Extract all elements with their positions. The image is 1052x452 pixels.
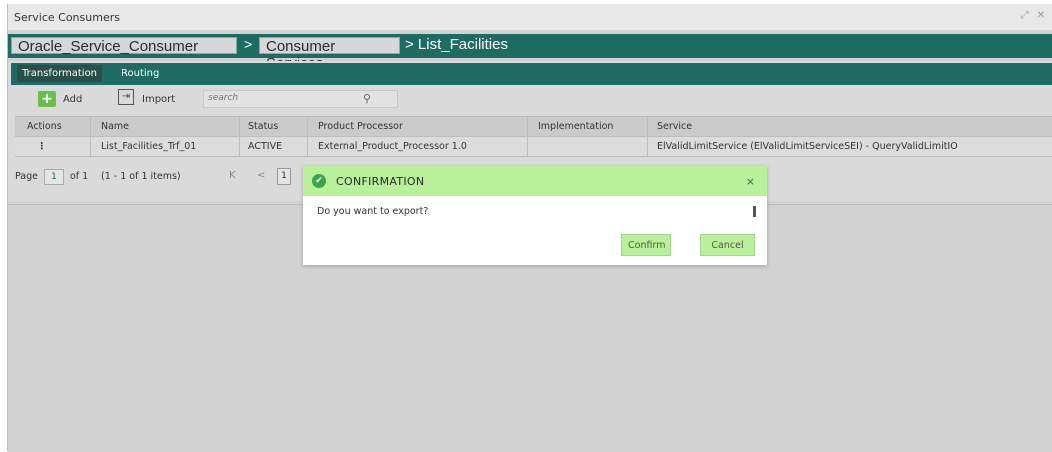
row-actions-menu-icon[interactable]: ⋮ xyxy=(37,141,47,152)
current-page-button[interactable]: 1 xyxy=(277,168,291,185)
dialog-message: Do you want to export? xyxy=(317,206,429,217)
row-product-processor: External_Product_Processor 1.0 xyxy=(318,141,467,152)
column-header-service: Service xyxy=(657,121,693,132)
dialog-scrollbar[interactable] xyxy=(753,206,756,217)
column-header-status: Status xyxy=(248,121,279,132)
confirm-button[interactable]: Confirm xyxy=(621,234,671,256)
expand-icon[interactable]: ⤢ xyxy=(1021,10,1037,21)
tab-routing[interactable]: Routing xyxy=(121,68,159,79)
column-divider xyxy=(90,116,91,156)
close-icon[interactable]: × xyxy=(746,175,755,188)
column-header-name: Name xyxy=(101,121,130,132)
plus-icon: + xyxy=(38,91,56,107)
column-divider xyxy=(647,116,648,156)
page-label: Page xyxy=(15,171,38,182)
row-name: List_Facilities_Trf_01 xyxy=(101,141,197,152)
close-icon[interactable]: ✕ xyxy=(1037,10,1052,21)
confirmation-dialog: ✔ CONFIRMATION × Do you want to export? … xyxy=(303,166,767,265)
breadcrumb: Oracle_Service_Consumer > Consumer Servi… xyxy=(8,34,1052,72)
column-divider xyxy=(239,116,240,156)
toolbar: + Add ⇥ Import ⚲ xyxy=(18,88,1052,112)
row-status: ACTIVE xyxy=(248,141,283,152)
dialog-title: CONFIRMATION xyxy=(336,175,425,188)
search-box: ⚲ xyxy=(203,90,398,108)
import-button-label: Import xyxy=(142,94,176,105)
breadcrumb-item-consumer-services[interactable]: Consumer Services xyxy=(259,37,400,72)
table-header: Actions Name Status Product Processor Im… xyxy=(15,116,1052,137)
window-controls: ⤢✕ xyxy=(1021,10,1052,21)
page-number-input[interactable]: 1 xyxy=(44,169,64,185)
tab-transformation[interactable]: Transformation xyxy=(17,65,103,82)
window-title: Service Consumers xyxy=(14,11,120,24)
column-header-product-processor: Product Processor xyxy=(318,121,403,132)
table-row[interactable]: ⋮ List_Facilities_Trf_01 ACTIVE External… xyxy=(15,137,1052,157)
breadcrumb-separator: > xyxy=(244,36,253,52)
column-header-implementation: Implementation xyxy=(538,121,614,132)
breadcrumb-item-oracle-service-consumer[interactable]: Oracle_Service_Consumer xyxy=(11,37,237,55)
column-header-actions: Actions xyxy=(27,121,62,132)
items-range: (1 - 1 of 1 items) xyxy=(101,171,181,182)
dialog-header: ✔ CONFIRMATION × xyxy=(303,166,767,196)
cancel-button[interactable]: Cancel xyxy=(700,234,755,256)
page-count: of 1 xyxy=(70,171,89,182)
row-service: ElValidLimitService (ElValidLimitService… xyxy=(657,141,958,152)
check-circle-icon: ✔ xyxy=(312,174,326,188)
first-page-icon[interactable]: K xyxy=(229,170,236,181)
import-icon: ⇥ xyxy=(118,89,134,105)
pagination: Page 1 of 1 (1 - 1 of 1 items) K < 1 xyxy=(15,167,305,187)
tab-bar: Transformation Routing xyxy=(11,63,1052,85)
column-divider xyxy=(307,116,308,156)
search-icon[interactable]: ⚲ xyxy=(363,92,371,105)
previous-page-icon[interactable]: < xyxy=(257,170,265,181)
search-input[interactable] xyxy=(204,91,362,105)
column-divider xyxy=(527,116,528,156)
breadcrumb-current: > List_Facilities xyxy=(405,36,508,53)
add-button-label: Add xyxy=(63,94,83,105)
title-bar: Service Consumers ⤢✕ xyxy=(8,4,1052,30)
